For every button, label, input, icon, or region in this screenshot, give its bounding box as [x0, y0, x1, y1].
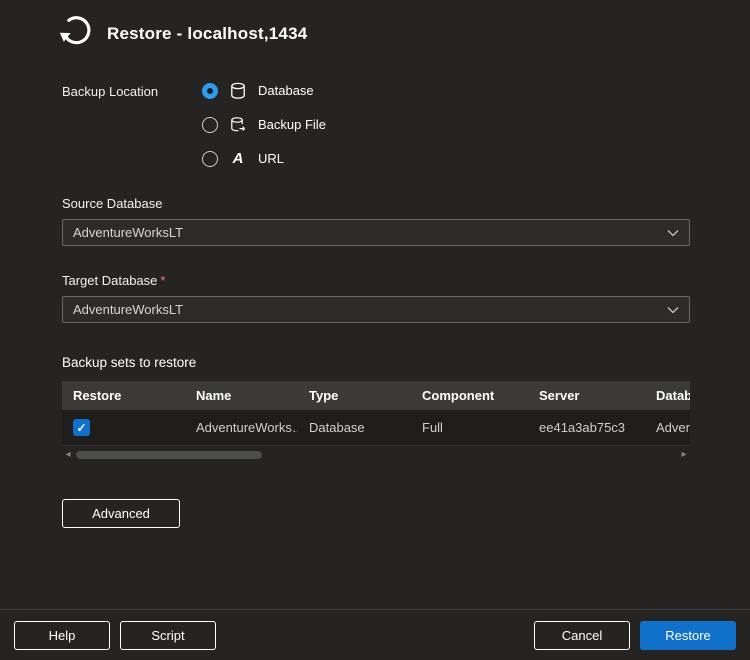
- cell-component: Full: [411, 420, 528, 435]
- column-header-component[interactable]: Component: [411, 388, 528, 403]
- backup-location-section: Backup Location Database: [62, 80, 690, 169]
- backup-location-label: Backup Location: [62, 80, 202, 169]
- radio-option-url[interactable]: A URL: [202, 148, 326, 169]
- dialog-header: Restore - localhost,1434: [0, 0, 750, 54]
- cancel-button[interactable]: Cancel: [534, 621, 630, 650]
- footer-left-buttons: Help Script: [14, 621, 216, 650]
- backup-location-radio-group: Database Backup File: [202, 80, 326, 169]
- scroll-left-icon[interactable]: ◂: [62, 450, 74, 460]
- cell-type: Database: [298, 420, 411, 435]
- radio-option-database[interactable]: Database: [202, 80, 326, 101]
- cell-server: ee41a3ab75c3: [528, 420, 645, 435]
- url-azure-icon: A: [229, 150, 247, 168]
- source-database-label: Source Database: [62, 196, 690, 211]
- target-database-value: AdventureWorksLT: [73, 302, 183, 317]
- radio-label-backup-file: Backup File: [258, 117, 326, 132]
- column-header-server[interactable]: Server: [528, 388, 645, 403]
- table-row[interactable]: ✓ AdventureWorks… Database Full ee41a3ab…: [62, 410, 690, 446]
- column-header-restore[interactable]: Restore: [62, 388, 185, 403]
- dialog-title: Restore - localhost,1434: [107, 24, 307, 44]
- checkmark-icon: ✓: [76, 422, 86, 434]
- database-icon: [229, 82, 247, 100]
- target-database-dropdown[interactable]: AdventureWorksLT: [62, 296, 690, 323]
- radio-label-database: Database: [258, 83, 314, 98]
- horizontal-scrollbar[interactable]: ◂ ▸: [62, 448, 690, 461]
- cell-name: AdventureWorks…: [185, 420, 298, 435]
- radio-label-url: URL: [258, 151, 284, 166]
- column-header-type[interactable]: Type: [298, 388, 411, 403]
- advanced-button[interactable]: Advanced: [62, 499, 180, 528]
- chevron-down-icon: [667, 302, 679, 317]
- restore-checkbox[interactable]: ✓: [73, 419, 90, 436]
- backup-sets-label: Backup sets to restore: [62, 355, 690, 370]
- restore-icon: [58, 13, 94, 54]
- script-button[interactable]: Script: [120, 621, 216, 650]
- chevron-down-icon: [667, 225, 679, 240]
- column-header-database[interactable]: Database: [645, 388, 690, 403]
- help-button[interactable]: Help: [14, 621, 110, 650]
- required-asterisk: *: [160, 273, 165, 288]
- scrollbar-track[interactable]: [74, 451, 678, 459]
- dialog-content: Backup Location Database: [0, 80, 750, 528]
- scrollbar-thumb[interactable]: [76, 451, 262, 459]
- restore-button[interactable]: Restore: [640, 621, 736, 650]
- restore-dialog: Restore - localhost,1434 Backup Location…: [0, 0, 750, 528]
- column-header-name[interactable]: Name: [185, 388, 298, 403]
- radio-option-backup-file[interactable]: Backup File: [202, 114, 326, 135]
- cell-database: Adventu…: [645, 420, 690, 435]
- radio-button-url[interactable]: [202, 151, 218, 167]
- table-header-row: Restore Name Type Component Server Datab…: [62, 381, 690, 410]
- dialog-footer: Help Script Cancel Restore: [0, 609, 750, 660]
- scroll-right-icon[interactable]: ▸: [678, 450, 690, 460]
- footer-right-buttons: Cancel Restore: [534, 621, 736, 650]
- radio-button-database[interactable]: [202, 83, 218, 99]
- radio-button-backup-file[interactable]: [202, 117, 218, 133]
- source-database-dropdown[interactable]: AdventureWorksLT: [62, 219, 690, 246]
- backup-sets-table: Restore Name Type Component Server Datab…: [62, 381, 690, 446]
- source-database-value: AdventureWorksLT: [73, 225, 183, 240]
- target-database-label: Target Database*: [62, 273, 690, 288]
- backup-file-icon: [229, 116, 247, 134]
